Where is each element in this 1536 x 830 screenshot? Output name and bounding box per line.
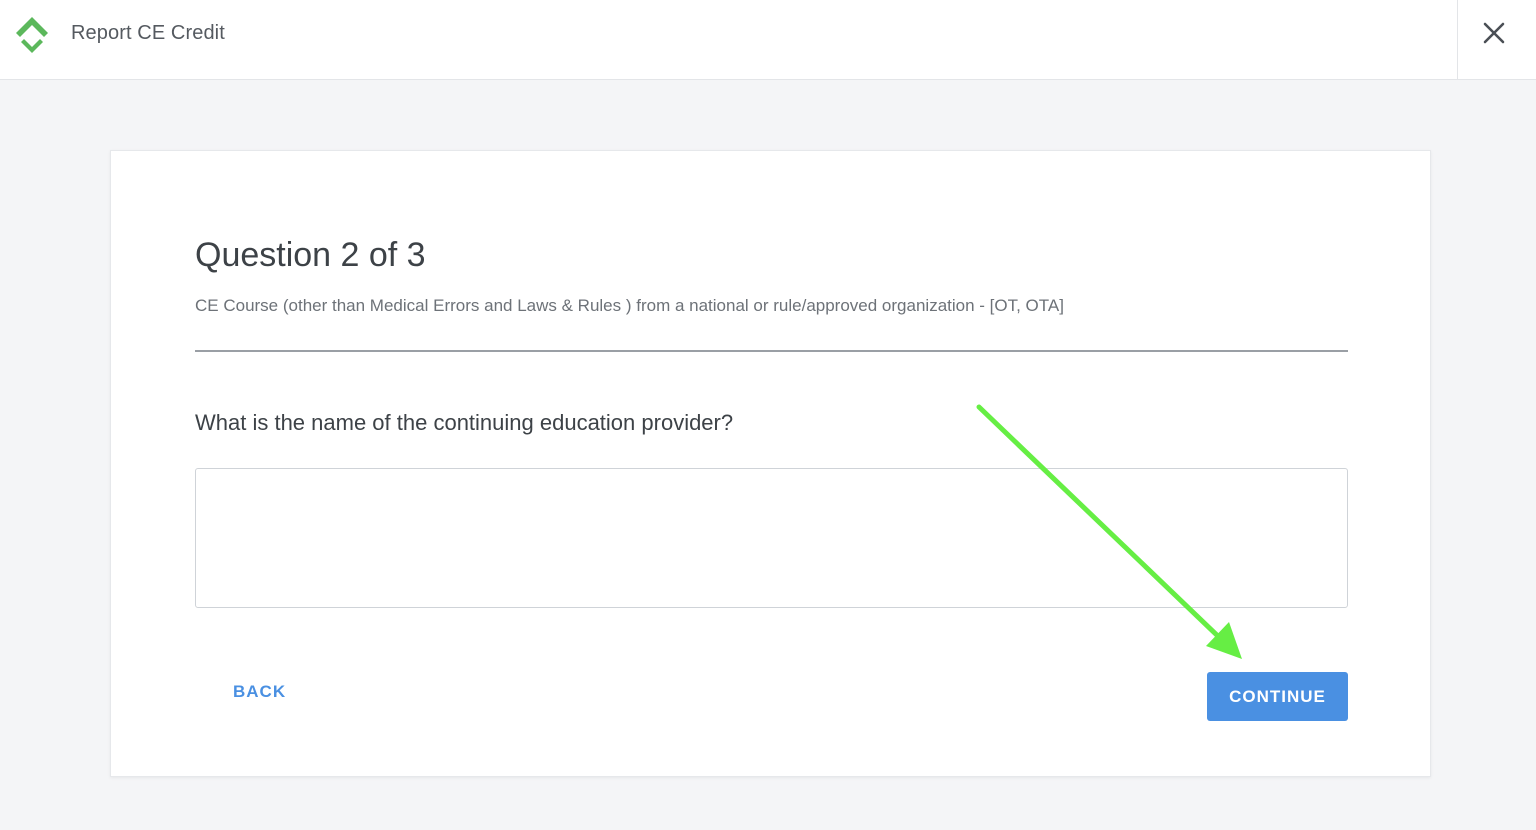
question-title: Question 2 of 3 [195, 236, 426, 274]
divider [195, 350, 1348, 352]
back-button[interactable]: BACK [223, 678, 296, 706]
question-subtitle: CE Course (other than Medical Errors and… [195, 296, 1064, 315]
question-card: Question 2 of 3 CE Course (other than Me… [110, 150, 1431, 777]
close-icon[interactable] [1483, 22, 1505, 44]
diamond-check-logo [16, 17, 48, 53]
header-title: Report CE Credit [71, 22, 225, 44]
provider-name-input[interactable] [195, 468, 1348, 608]
top-bar: Report CE Credit [0, 0, 1536, 80]
close-button[interactable] [1457, 0, 1536, 79]
continue-button[interactable]: CONTINUE [1207, 672, 1348, 721]
question-prompt: What is the name of the continuing educa… [195, 410, 734, 435]
